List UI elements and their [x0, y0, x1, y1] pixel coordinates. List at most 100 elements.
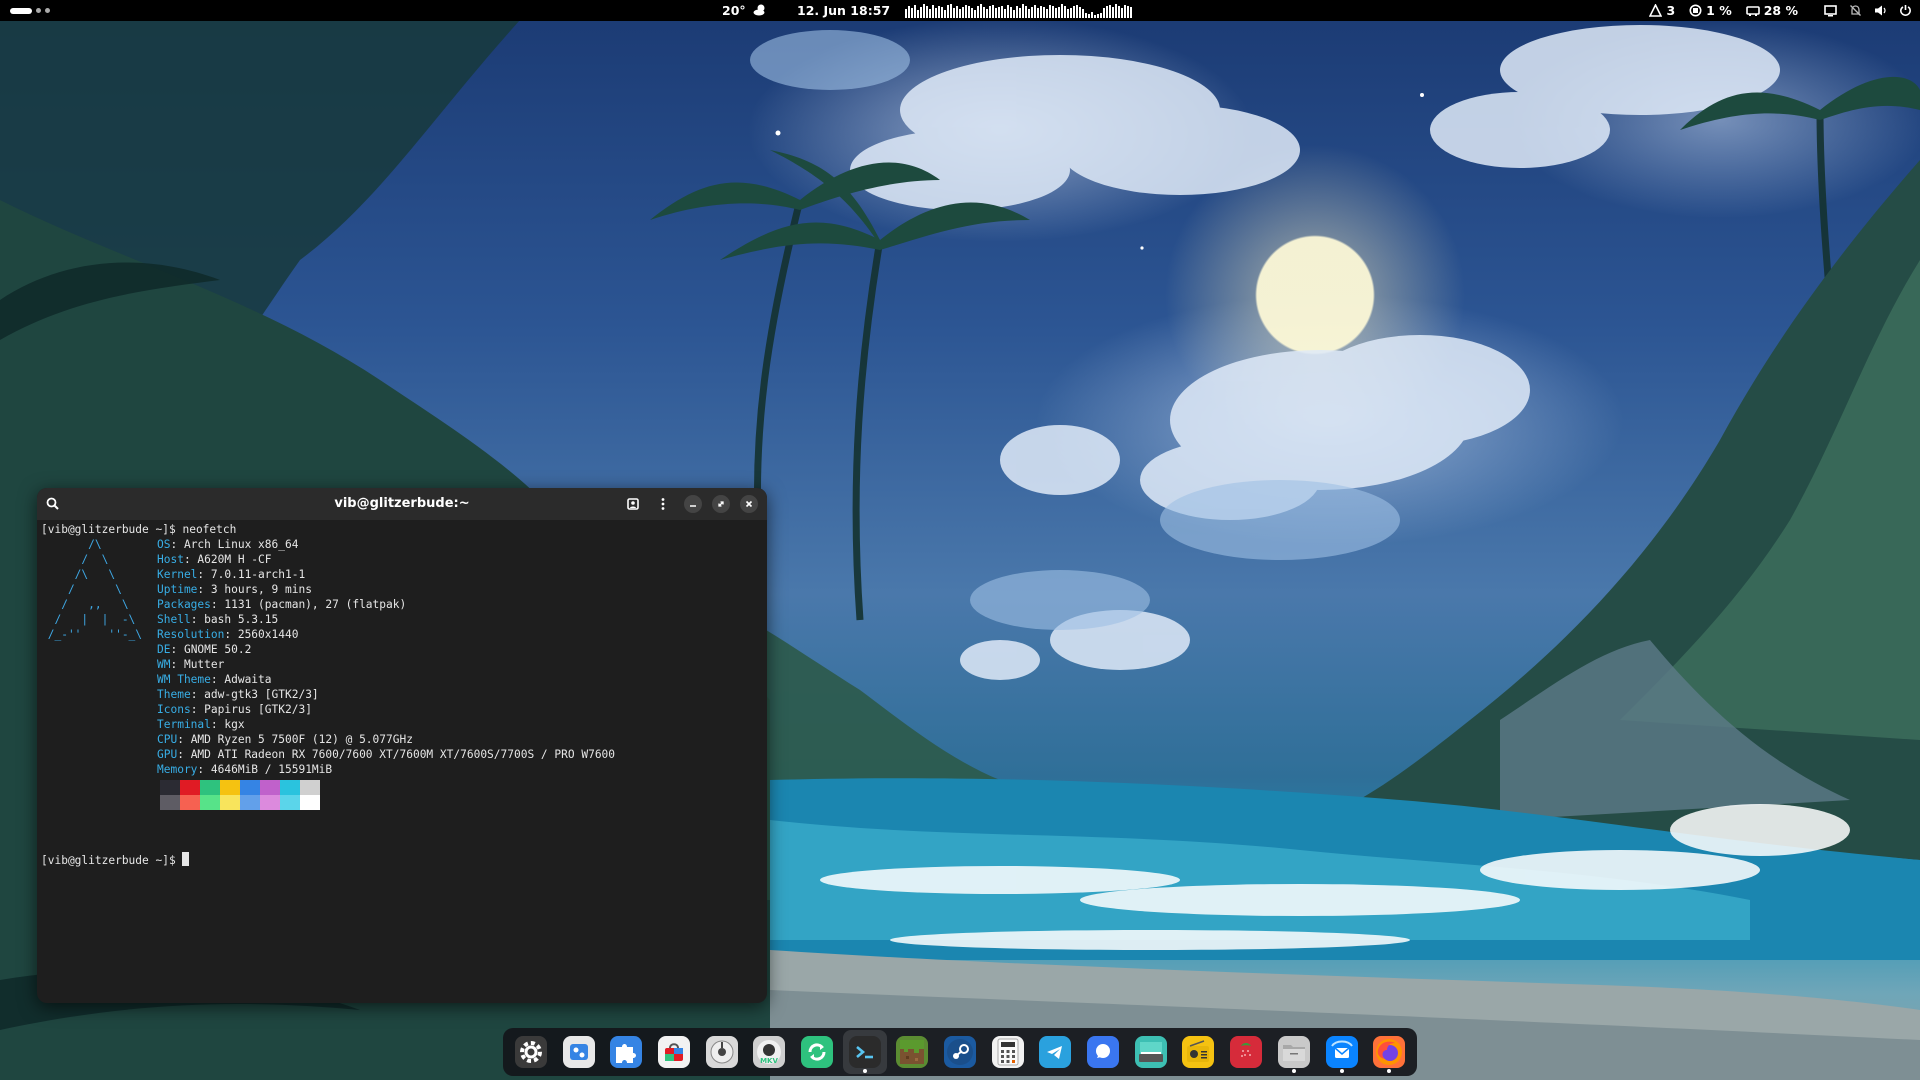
visualizer-bar — [1121, 8, 1123, 18]
visualizer-bar — [1025, 6, 1027, 18]
command: neofetch — [182, 523, 237, 536]
info-line: Kernel: 7.0.11-arch1-1 — [157, 567, 305, 582]
visualizer-bar — [947, 5, 949, 18]
maximize-button[interactable] — [712, 495, 730, 513]
cpu-indicator[interactable]: 1 % — [1689, 0, 1732, 21]
memory-indicator[interactable]: 28 % — [1745, 0, 1798, 21]
palette-column — [160, 780, 180, 810]
visualizer-bar — [1007, 5, 1009, 18]
info-key: Icons — [157, 703, 191, 716]
dock-app-signal[interactable] — [1081, 1030, 1125, 1074]
palette-column — [180, 780, 200, 810]
visualizer-bar — [911, 8, 913, 18]
profile-button[interactable] — [624, 495, 642, 513]
notifications-indicator[interactable]: 3 — [1649, 0, 1675, 21]
palette-swatch — [220, 780, 240, 795]
palette-column — [280, 780, 300, 810]
visualizer-bar — [1019, 8, 1021, 18]
main-menu-button[interactable] — [654, 495, 672, 513]
palette-column — [240, 780, 260, 810]
palette-swatch — [300, 795, 320, 810]
disk-icon — [705, 1036, 738, 1068]
dock-app-scanner[interactable] — [1129, 1030, 1173, 1074]
palette-swatch — [240, 780, 260, 795]
info-value: : Mutter — [170, 658, 225, 671]
dock-app-radio[interactable] — [1177, 1030, 1221, 1074]
workspace-dot[interactable] — [36, 8, 41, 13]
top-bar: 20° 12. Jun 18:57 3 1 % 28 % — [0, 0, 1920, 21]
terminal-header-bar[interactable]: vib@glitzerbude:~ — [37, 488, 767, 520]
calculator-icon — [991, 1036, 1024, 1068]
info-key: Uptime — [157, 583, 198, 596]
visualizer-bar — [1022, 4, 1024, 18]
system-tray: 3 1 % 28 % — [1649, 0, 1912, 21]
visualizer-bar — [1061, 4, 1063, 18]
info-line: Shell: bash 5.3.15 — [157, 612, 278, 627]
power-icon[interactable] — [1899, 4, 1912, 17]
dock-app-disks[interactable] — [700, 1030, 744, 1074]
dock-app-sync[interactable] — [795, 1030, 839, 1074]
prompt-line[interactable]: [vib@glitzerbude ~]$ — [41, 852, 190, 867]
dock-app-terminal[interactable] — [842, 1030, 887, 1074]
terminal-window[interactable]: vib@glitzerbude:~ [vib@glitzerbude ~]$ n… — [37, 488, 767, 1003]
close-button[interactable] — [740, 495, 758, 513]
dock-app-raspberry-imager[interactable] — [1224, 1030, 1268, 1074]
info-key: Host — [157, 553, 184, 566]
info-line: Host: A620M H -CF — [157, 552, 272, 567]
dock-app-calculator[interactable] — [986, 1030, 1030, 1074]
running-indicator — [1339, 1069, 1344, 1073]
visualizer-bar — [965, 5, 967, 18]
info-value: : adw-gtk3 [GTK2/3] — [190, 688, 319, 701]
firefox-icon — [1373, 1036, 1406, 1068]
status-area[interactable] — [1824, 4, 1912, 17]
palette-swatch — [280, 780, 300, 795]
volume-icon[interactable] — [1874, 4, 1887, 17]
terminal-prompt-icon — [848, 1036, 881, 1068]
workspace-dot[interactable] — [45, 8, 50, 13]
visualizer-bar — [1010, 7, 1012, 18]
info-value: : 1131 (pacman), 27 (flatpak) — [210, 598, 407, 611]
info-line: Memory: 4646MiB / 15591MiB — [157, 762, 332, 777]
dock-app-thunderbird[interactable] — [1320, 1030, 1364, 1074]
dock-app-files[interactable] — [1272, 1030, 1316, 1074]
workspace-active[interactable] — [10, 7, 32, 14]
visualizer-bar — [1004, 9, 1006, 18]
info-key: Packages — [157, 598, 211, 611]
sync-arrows-icon — [800, 1036, 833, 1068]
dock-app-telegram[interactable] — [1034, 1030, 1078, 1074]
dock-app-software[interactable] — [652, 1030, 696, 1074]
monitor-icon[interactable] — [1824, 4, 1837, 17]
mkv-icon: MKV — [753, 1036, 786, 1068]
memory-icon — [1745, 5, 1760, 16]
palette-swatch — [260, 795, 280, 810]
palette-column — [260, 780, 280, 810]
info-line: Uptime: 3 hours, 9 mins — [157, 582, 312, 597]
weather-temperature: 20° — [722, 3, 746, 18]
info-key: Resolution — [157, 628, 225, 641]
visualizer-bar — [1109, 5, 1111, 18]
visualizer-bar — [1037, 8, 1039, 18]
minimize-button[interactable] — [684, 495, 702, 513]
grass-block-icon — [896, 1036, 929, 1068]
dock-app-settings[interactable] — [509, 1030, 553, 1074]
clock[interactable]: 12. Jun 18:57 — [797, 0, 890, 21]
palette-swatch — [200, 780, 220, 795]
info-line: GPU: AMD ATI Radeon RX 7600/7600 XT/7600… — [157, 747, 615, 762]
visualizer-bar — [1091, 12, 1093, 18]
weather-indicator[interactable]: 20° — [722, 0, 767, 21]
notifications-off-icon[interactable] — [1849, 4, 1862, 17]
folder-icon — [1277, 1036, 1310, 1068]
visualizer-bar — [1046, 9, 1048, 18]
dock-app-steam[interactable] — [938, 1030, 982, 1074]
visualizer-bar — [980, 4, 982, 18]
palette-swatch — [160, 780, 180, 795]
audio-visualizer — [905, 4, 1132, 18]
dock-app-mkv-player[interactable]: MKV — [747, 1030, 791, 1074]
dock-app-minecraft[interactable] — [891, 1030, 935, 1074]
terminal-output[interactable]: [vib@glitzerbude ~]$ neofetch /\ / \ /\ … — [41, 522, 763, 1003]
dock-app-firefox[interactable] — [1367, 1030, 1411, 1074]
dock-app-extensions[interactable] — [604, 1030, 648, 1074]
dock-app-tweaks[interactable] — [557, 1030, 601, 1074]
visualizer-bar — [1082, 9, 1084, 18]
workspace-indicator[interactable] — [10, 7, 50, 14]
